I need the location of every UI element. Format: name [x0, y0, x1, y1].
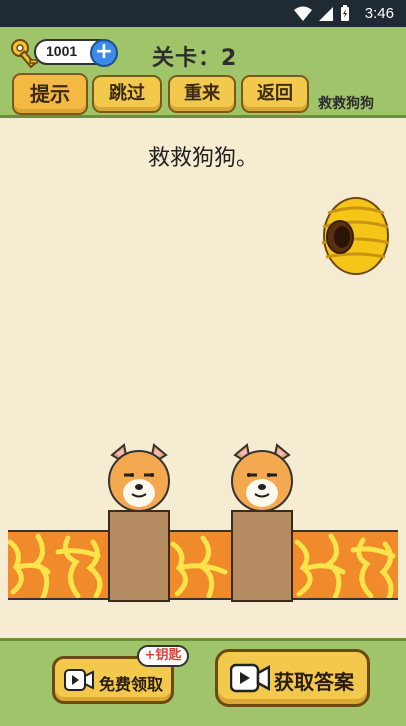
video-icon: [230, 663, 270, 693]
lava-hazard: [293, 530, 398, 600]
level-label: 关卡：2: [152, 46, 238, 71]
level-name: 救救狗狗: [318, 96, 374, 112]
status-icons: [294, 5, 350, 22]
battery-icon: [341, 5, 349, 21]
signal-icon: [319, 6, 333, 21]
level-prompt: 救救狗狗。: [147, 146, 258, 171]
hint-button[interactable]: 提示: [12, 73, 88, 115]
dog-character: [231, 443, 293, 512]
beehive-icon[interactable]: [318, 195, 390, 277]
key-count: 1001: [46, 43, 78, 59]
video-icon: [64, 669, 94, 691]
back-button[interactable]: 返回: [241, 75, 309, 113]
status-time: 3:46: [364, 5, 394, 22]
get-answer-label: 获取答案: [274, 670, 354, 694]
skip-button[interactable]: 跳过: [92, 75, 162, 113]
status-bar: 3:46: [0, 0, 406, 27]
key-icon: [11, 39, 38, 69]
pillar: [231, 510, 293, 602]
wifi-icon: [294, 6, 312, 21]
free-claim-label: 免费领取: [99, 675, 164, 694]
restart-button[interactable]: 重来: [168, 75, 236, 113]
lava-hazard: [169, 530, 231, 600]
top-panel: 1001 + 关卡：2 提示 跳过 重来 返回 救救狗狗: [0, 27, 406, 118]
get-answer-button[interactable]: 获取答案: [215, 649, 370, 707]
pillar: [108, 510, 170, 602]
key-reward-badge: +钥匙: [137, 645, 189, 667]
lava-hazard: [8, 530, 109, 600]
add-keys-button[interactable]: +: [90, 39, 118, 67]
dog-character: [108, 443, 170, 512]
